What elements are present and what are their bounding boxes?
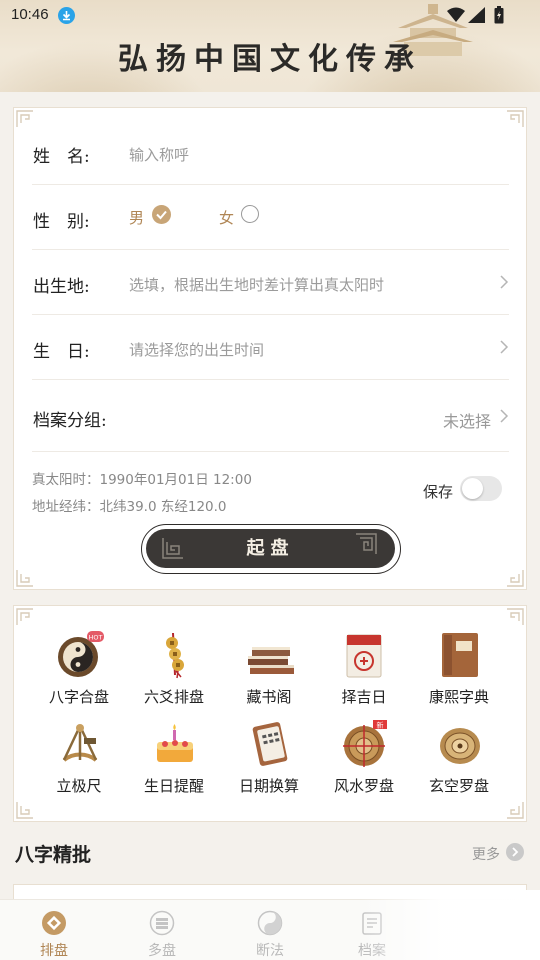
tools-grid: HOT 八字合盘 六爻排盘 藏书阁 择吉日 康熙字典 立极尺 生日提醒 日期换算… [13, 605, 527, 822]
birthday-label: 生 日: [33, 342, 90, 362]
corner-ornament [507, 802, 524, 819]
start-chart-button[interactable]: 起盘 [146, 529, 395, 568]
tool-label: 择吉日 [341, 688, 387, 706]
sextant-icon [62, 724, 98, 762]
gender-male-option[interactable]: 男 [129, 207, 144, 228]
tool-xuankong-compass[interactable]: 玄空罗盘 [414, 720, 504, 804]
coordinates-text: 地址经纬：北纬39.0 东经120.0 [32, 499, 227, 515]
checked-radio-icon[interactable] [152, 205, 171, 224]
birthplace-picker[interactable]: 选填，根据出生地时差计算出真太阳时 [129, 274, 384, 295]
tool-label: 康熙字典 [428, 688, 489, 706]
tool-label: 立极尺 [56, 777, 102, 795]
compass-icon: 新 [343, 720, 387, 767]
gender-female-option[interactable]: 女 [219, 207, 234, 228]
save-label: 保存 [423, 483, 454, 501]
tool-auspicious-day[interactable]: 择吉日 [319, 631, 409, 715]
save-toggle[interactable] [460, 476, 502, 501]
archive-group-row[interactable]: 档案分组: 未选择 [32, 380, 509, 452]
tool-label: 六爻排盘 [143, 688, 204, 706]
solar-time-text: 真太阳时：1990年01月01日 12:00 [32, 472, 252, 488]
banner-title: 弘扬中国文化传承 [118, 42, 422, 77]
taiji-icon [257, 910, 283, 936]
battery-icon [494, 6, 504, 24]
tool-label: 玄空罗盘 [428, 777, 489, 795]
birthplace-label: 出生地: [33, 277, 90, 297]
wifi-icon [447, 7, 465, 22]
chevron-right-icon [500, 409, 509, 423]
corner-ornament [507, 570, 524, 587]
yin-yang-icon: HOT [58, 631, 104, 677]
fade-overlay [360, 890, 540, 960]
birthplace-row[interactable]: 出生地: 选填，根据出生地时差计算出真太阳时 [32, 250, 509, 315]
section-title: 八字精批 [15, 844, 92, 866]
corner-ornament [16, 570, 33, 587]
nav-paipan[interactable]: 排盘 [19, 900, 89, 960]
birth-info-form: 姓 名: 输入称呼 性 别: 男 女 出生地: 选填，根据出生地时差计算出真太阳… [13, 107, 527, 590]
nav-label: 断法 [256, 943, 284, 959]
tool-fengshui-compass[interactable]: 新 风水罗盘 [319, 720, 409, 804]
more-link[interactable]: 更多 [472, 844, 500, 864]
new-badge: 新 [377, 721, 384, 730]
nav-label: 多盘 [148, 943, 176, 959]
birthday-picker[interactable]: 请选择您的出生时间 [129, 339, 264, 360]
tool-liji-ruler[interactable]: 立极尺 [34, 720, 124, 804]
tool-date-conversion[interactable]: 日期换算 [224, 720, 314, 804]
nav-label: 排盘 [40, 943, 68, 959]
tool-kangxi-dictionary[interactable]: 康熙字典 [414, 631, 504, 715]
tool-label: 风水罗盘 [333, 777, 394, 795]
tool-label: 日期换算 [238, 777, 299, 795]
fret-pattern-icon [162, 538, 183, 559]
tool-birthday-reminder[interactable]: 生日提醒 [129, 720, 219, 804]
books-icon [248, 647, 294, 674]
archive-group-value[interactable]: 未选择 [443, 408, 491, 432]
unchecked-radio-icon[interactable] [241, 205, 259, 223]
xuankong-compass-icon [440, 728, 480, 764]
name-label: 姓 名: [33, 147, 90, 167]
fret-pattern-icon [356, 533, 377, 554]
status-bar: 10:46 [0, 0, 540, 30]
paipan-icon [42, 911, 66, 935]
tool-liuyao[interactable]: 六爻排盘 [129, 631, 219, 715]
coins-icon [166, 632, 184, 679]
signal-icon [468, 7, 485, 23]
calendar-icon [346, 634, 382, 678]
tool-label: 生日提醒 [143, 777, 204, 795]
start-button-frame[interactable]: 起盘 [141, 524, 401, 574]
download-icon [58, 7, 75, 24]
tool-bazi-hepan[interactable]: HOT 八字合盘 [34, 631, 124, 715]
gender-label: 性 别: [33, 212, 90, 232]
start-button-label: 起盘 [246, 538, 295, 559]
corner-ornament [16, 608, 33, 625]
dictionary-icon [442, 633, 478, 677]
header-banner: 10:46 弘扬中国文化传承 [0, 0, 540, 92]
toggle-knob [462, 478, 483, 499]
corner-ornament [16, 802, 33, 819]
name-input[interactable]: 输入称呼 [129, 144, 189, 165]
tool-label: 藏书阁 [246, 688, 292, 706]
nav-duanfa[interactable]: 断法 [235, 900, 305, 960]
date-calculator-icon [252, 722, 288, 766]
cake-icon [157, 724, 193, 762]
status-time: 10:46 [11, 6, 49, 23]
gender-row: 性 别: 男 女 [32, 185, 509, 250]
name-row: 姓 名: 输入称呼 [32, 120, 509, 185]
nav-duopan[interactable]: 多盘 [127, 900, 197, 960]
corner-ornament [507, 608, 524, 625]
tool-library[interactable]: 藏书阁 [224, 631, 314, 715]
chevron-right-icon [500, 340, 509, 354]
tool-label: 八字合盘 [48, 688, 109, 706]
arrow-right-circle-icon[interactable] [506, 843, 524, 861]
hot-badge: HOT [89, 634, 103, 642]
archive-group-label: 档案分组: [33, 411, 107, 431]
chevron-right-icon [500, 275, 509, 289]
birthday-row[interactable]: 生 日: 请选择您的出生时间 [32, 315, 509, 380]
multi-chart-icon [149, 910, 175, 936]
